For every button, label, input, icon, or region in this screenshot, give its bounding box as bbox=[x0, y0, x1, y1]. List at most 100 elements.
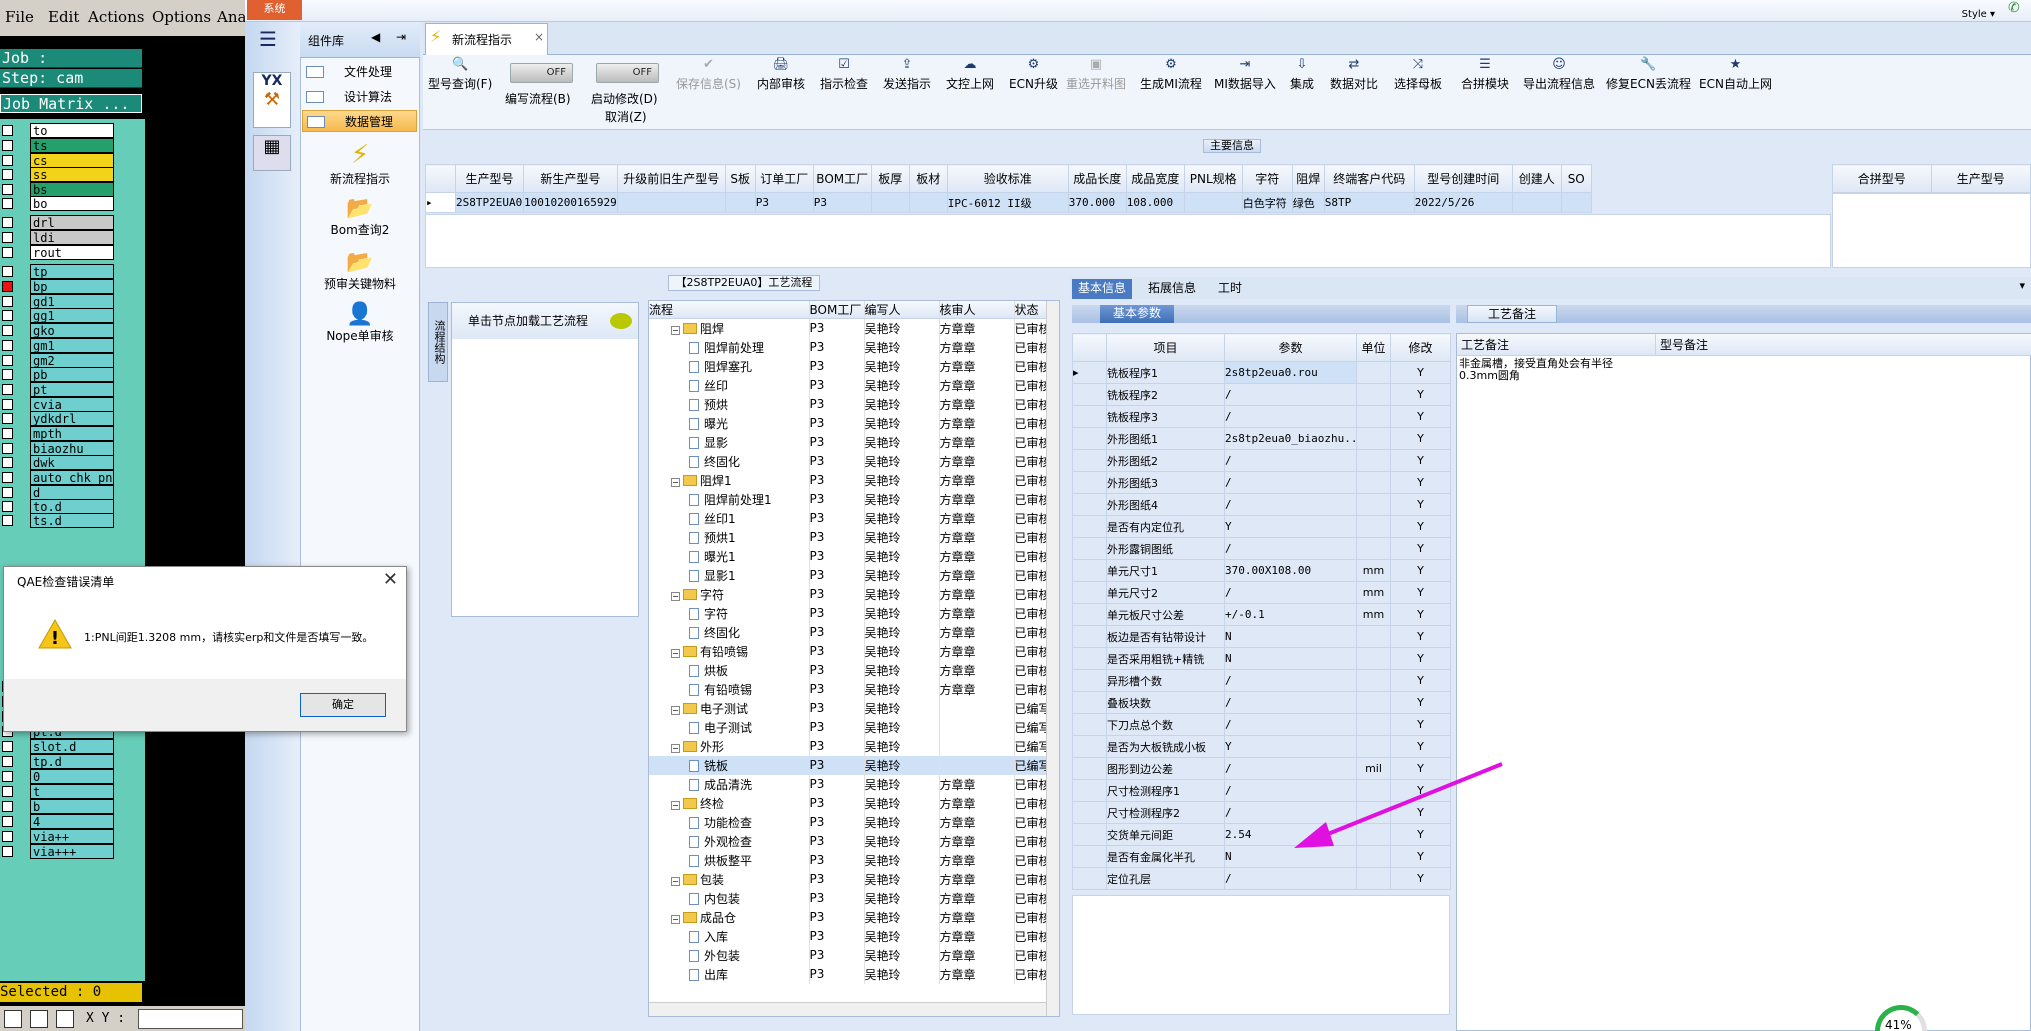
table-cell[interactable] bbox=[616, 192, 726, 213]
layer-checkbox[interactable] bbox=[2, 428, 13, 439]
tree-row[interactable]: 丝印1 P3 吴艳玲 方章章 已审核 bbox=[649, 508, 1055, 528]
tree-row[interactable]: − 外形 P3 吴艳玲 已编写 bbox=[649, 736, 1055, 756]
layer-checkbox[interactable] bbox=[2, 801, 13, 812]
tree-node[interactable]: 预烘1 bbox=[649, 527, 810, 547]
layer-row[interactable]: t bbox=[0, 784, 115, 799]
layer-row[interactable]: gm2 bbox=[0, 353, 115, 368]
layer-row[interactable]: bs bbox=[0, 182, 115, 197]
layer-checkbox[interactable] bbox=[2, 457, 13, 468]
process-structure-tab[interactable]: 流程结构 bbox=[428, 302, 448, 382]
table-row[interactable]: 下刀点总个数 / Y bbox=[1072, 713, 1451, 736]
tree-node[interactable]: 外观检查 bbox=[649, 831, 810, 851]
column-header[interactable]: 订单工厂 bbox=[754, 164, 814, 193]
collapse-icon[interactable]: − bbox=[671, 876, 680, 886]
layer-row[interactable]: tp.d bbox=[0, 754, 115, 769]
table-cell[interactable]: 定位孔层 bbox=[1106, 867, 1225, 890]
layer-checkbox[interactable] bbox=[2, 296, 13, 307]
column-header[interactable]: 验收标准 bbox=[946, 164, 1069, 193]
layer-checkbox[interactable] bbox=[2, 756, 13, 767]
layer-row[interactable]: rout bbox=[0, 245, 115, 260]
table-cell[interactable]: 单元板尺寸公差 bbox=[1106, 603, 1225, 626]
tree-node[interactable]: 字符 bbox=[649, 603, 810, 623]
tree-row[interactable]: 终固化 P3 吴艳玲 方章章 已审核 bbox=[649, 622, 1055, 642]
tree-row[interactable]: 有铅喷锡 P3 吴艳玲 方章章 已审核 bbox=[649, 679, 1055, 699]
layer-checkbox[interactable] bbox=[2, 184, 13, 195]
table-cell[interactable]: N bbox=[1224, 647, 1357, 670]
layer-checkbox[interactable] bbox=[2, 786, 13, 797]
cancel-label[interactable]: 取消(Z) bbox=[605, 108, 647, 125]
table-cell[interactable]: 交货单元间距 bbox=[1106, 823, 1225, 846]
layer-checkbox[interactable] bbox=[2, 155, 13, 166]
column-header[interactable]: 编写人 bbox=[864, 301, 940, 319]
table-cell[interactable]: 单元尺寸2 bbox=[1106, 581, 1225, 604]
table-cell[interactable]: 是否为大板铣成小板 bbox=[1106, 735, 1225, 758]
layer-checkbox[interactable] bbox=[2, 369, 13, 380]
tree-node[interactable]: 出库 bbox=[649, 964, 810, 984]
layer-checkbox[interactable] bbox=[2, 125, 13, 136]
column-header[interactable]: 板厚 bbox=[870, 164, 910, 193]
tree-node[interactable]: 烘板整平 bbox=[649, 850, 810, 870]
table-row[interactable]: 外形图纸2/ Y bbox=[1072, 449, 1451, 472]
layer-checkbox[interactable] bbox=[2, 413, 13, 424]
merge-col-header[interactable]: 合拼型号 bbox=[1832, 164, 1932, 193]
table-cell[interactable]: Y bbox=[1390, 405, 1451, 428]
table-cell[interactable]: 2s8tp2eua0.rou bbox=[1224, 361, 1357, 384]
table-cell[interactable]: / bbox=[1224, 867, 1357, 890]
merge-module-button[interactable]: ☰ 合拼模块 bbox=[1461, 57, 1509, 92]
table-cell[interactable]: 铣板程序2 bbox=[1106, 383, 1225, 406]
table-cell[interactable]: 图形到边公差 bbox=[1106, 757, 1225, 780]
layer-checkbox[interactable] bbox=[2, 515, 13, 526]
tree-horizontal-scrollbar[interactable] bbox=[649, 1002, 1046, 1016]
table-cell[interactable]: Y bbox=[1390, 515, 1451, 538]
reselect-layout-button[interactable]: ▣ 重选开料图 bbox=[1066, 57, 1126, 92]
table-cell[interactable]: / bbox=[1224, 669, 1357, 692]
menu-options[interactable]: Options bbox=[152, 8, 211, 26]
merge-col-header[interactable]: 生产型号 bbox=[1930, 164, 2031, 193]
collapse-icon[interactable]: − bbox=[671, 800, 680, 810]
tree-node[interactable]: 终固化 bbox=[649, 451, 810, 471]
tab-new-process[interactable]: ⚡ 新流程指示 × bbox=[425, 23, 548, 55]
table-row[interactable]: 定位孔层 / Y bbox=[1072, 867, 1451, 890]
tree-node[interactable]: 外包装 bbox=[649, 945, 810, 965]
table-cell[interactable]: / bbox=[1224, 713, 1357, 736]
table-cell[interactable]: 叠板块数 bbox=[1106, 691, 1225, 714]
table-cell[interactable]: / bbox=[1224, 581, 1357, 604]
table-cell[interactable]: Y bbox=[1390, 735, 1451, 758]
save-info-button[interactable]: ✔ 保存信息(S) bbox=[676, 57, 741, 92]
layer-row[interactable]: gd1 bbox=[0, 294, 115, 309]
column-header[interactable]: 板材 bbox=[908, 164, 948, 193]
tree-node[interactable]: 曝光 bbox=[649, 413, 810, 433]
table-cell[interactable] bbox=[1356, 537, 1391, 560]
layer-row[interactable]: pb bbox=[0, 367, 115, 382]
column-header[interactable]: 终端客户代码 bbox=[1323, 164, 1415, 193]
column-header[interactable]: 单位 bbox=[1356, 333, 1391, 362]
layer-checkbox[interactable] bbox=[2, 846, 13, 857]
column-header[interactable]: 核审人 bbox=[939, 301, 1015, 319]
basic-params-tab[interactable]: 基本参数 bbox=[1100, 305, 1174, 323]
table-cell[interactable] bbox=[1356, 361, 1391, 384]
table-cell[interactable]: 下刀点总个数 bbox=[1106, 713, 1225, 736]
tree-node[interactable]: 烘板 bbox=[649, 660, 810, 680]
table-cell[interactable]: Y bbox=[1390, 867, 1451, 890]
layer-checkbox[interactable] bbox=[2, 501, 13, 512]
tree-node[interactable]: 成品清洗 bbox=[649, 774, 810, 794]
table-cell[interactable]: +/-0.1 bbox=[1224, 603, 1357, 626]
craft-note-text[interactable]: 非金属槽，接受直角处会有半径0.3mm圆角 bbox=[1459, 358, 1649, 382]
table-cell[interactable] bbox=[1356, 669, 1391, 692]
tree-row[interactable]: 铣板 P3 吴艳玲 已编写 bbox=[649, 755, 1055, 775]
zoom-icon[interactable] bbox=[4, 1010, 22, 1028]
table-cell[interactable] bbox=[1356, 493, 1391, 516]
tree-row[interactable]: 丝印 P3 吴艳玲 方章章 已审核 bbox=[649, 375, 1055, 395]
table-row[interactable]: 叠板块数 / Y bbox=[1072, 691, 1451, 714]
layer-checkbox[interactable] bbox=[2, 472, 13, 483]
table-row[interactable]: 单元尺寸1 370.00X108.00 mm Y bbox=[1072, 559, 1451, 582]
layer-checkbox[interactable] bbox=[2, 816, 13, 827]
table-cell[interactable]: 是否采用粗铣+精铣 bbox=[1106, 647, 1225, 670]
table-cell[interactable]: N bbox=[1224, 625, 1357, 648]
tab-basic-info[interactable]: 基本信息 bbox=[1072, 279, 1133, 299]
write-process-toggle[interactable]: OFF bbox=[510, 63, 573, 83]
tree-node[interactable]: 入库 bbox=[649, 926, 810, 946]
table-row[interactable]: 铣板程序2/ Y bbox=[1072, 383, 1451, 406]
tree-row[interactable]: − 包装 P3 吴艳玲 方章章 已审核 bbox=[649, 869, 1055, 889]
table-row[interactable]: 单元尺寸2/mm Y bbox=[1072, 581, 1451, 604]
